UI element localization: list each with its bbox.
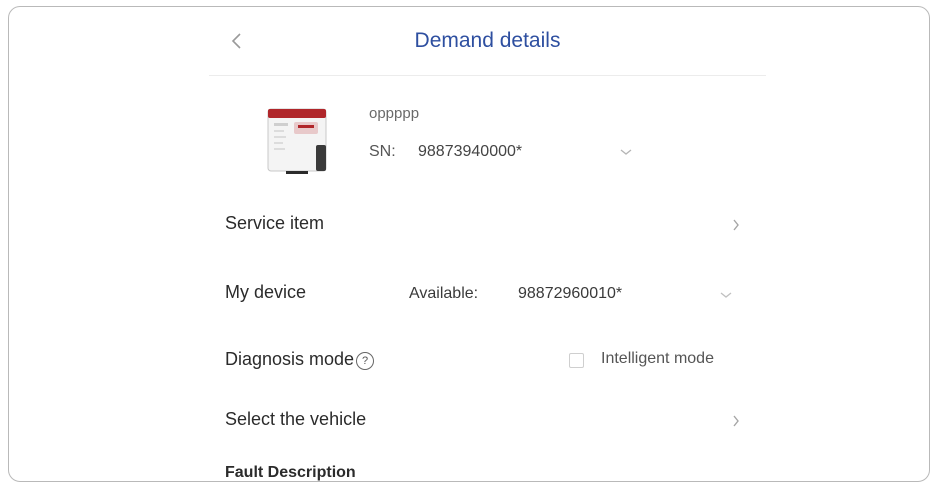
fault-description-title: Fault Description [225, 464, 356, 481]
sn-dropdown-chevron-icon[interactable] [619, 147, 633, 157]
tablet-device-icon [267, 108, 327, 174]
intelligent-mode-label[interactable]: Intelligent mode [601, 350, 714, 368]
service-item-label: Service item [225, 213, 325, 233]
sn-value: 98873940000* [418, 143, 523, 160]
diagnosis-mode-label: Diagnosis mode? [225, 349, 375, 370]
sn-label: SN: [369, 143, 396, 160]
my-device-label: My device [225, 282, 307, 302]
my-device-row: My device Available: 98872960010* [209, 274, 766, 314]
page-title: Demand details [414, 29, 561, 52]
available-device-select[interactable]: 98872960010* [518, 285, 622, 303]
chevron-right-icon [733, 219, 739, 231]
available-label: Available: [409, 285, 479, 302]
select-vehicle-row[interactable]: Select the vehicle [209, 401, 766, 441]
demand-details-screen: Demand details oppppp SN: 98873940000* S… [209, 7, 766, 481]
diagnosis-mode-row: Diagnosis mode? Intelligent mode [209, 341, 766, 381]
service-item-row[interactable]: Service item [209, 205, 766, 245]
diagnosis-mode-text: Diagnosis mode [225, 349, 355, 369]
intelligent-mode-checkbox[interactable] [569, 353, 584, 368]
select-vehicle-label: Select the vehicle [225, 409, 367, 429]
screenshot-frame: Demand details oppppp SN: 98873940000* S… [8, 6, 930, 482]
header-bar: Demand details [209, 7, 766, 76]
chevron-right-icon [733, 415, 739, 427]
help-icon[interactable]: ? [356, 352, 375, 370]
device-dropdown-chevron-icon[interactable] [719, 290, 733, 300]
product-name: oppppp [369, 105, 420, 122]
